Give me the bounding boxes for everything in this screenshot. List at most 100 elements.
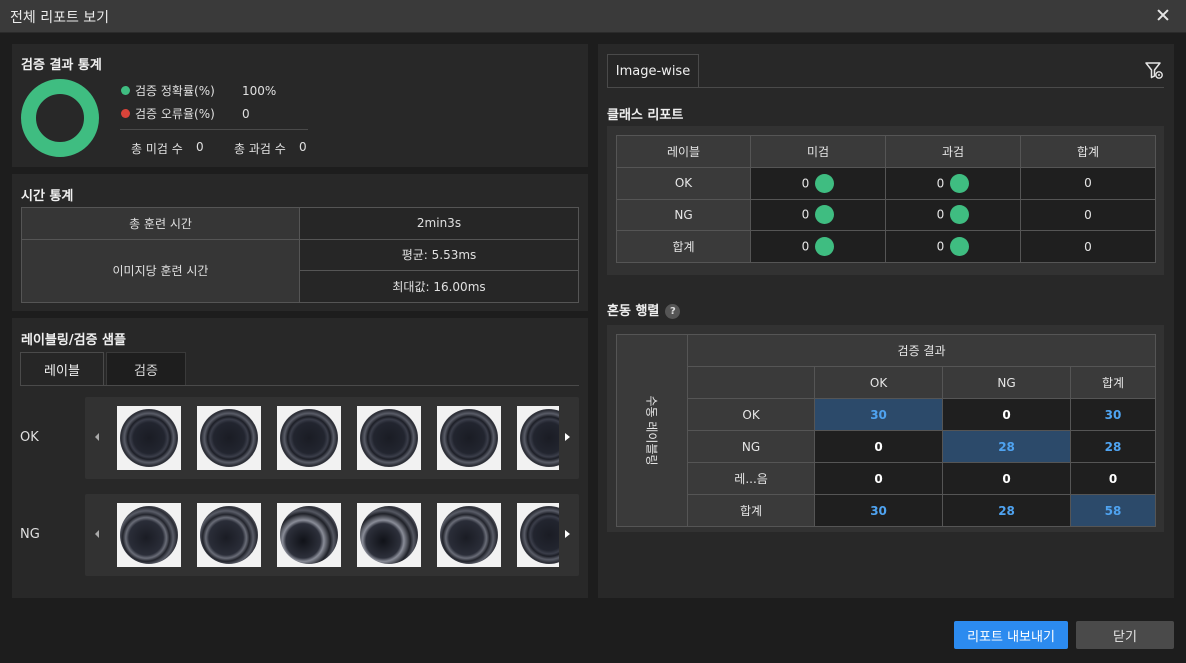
error-legend: 검증 오류율(%) 0 (121, 105, 250, 122)
matrix-cell[interactable]: 0 (814, 430, 944, 463)
sample-thumbnail[interactable] (437, 406, 501, 470)
chevron-right-icon[interactable] (562, 431, 572, 443)
over-cell: 0 (885, 198, 1021, 232)
error-dot-icon (121, 109, 130, 118)
per-image-time-label: 이미지당 훈련 시간 (21, 238, 300, 303)
accuracy-legend: 검증 정확률(%) 100% (121, 82, 276, 99)
col-header-miss: 미검 (750, 135, 886, 168)
validation-stats-panel: 검증 결과 통계 검증 정확률(%) 100% 검증 오류율(%) 0 총 미검… (12, 44, 588, 167)
ng-sample-strip (85, 494, 579, 576)
error-label: 검증 오류율(%) (135, 107, 215, 121)
help-icon[interactable]: ? (665, 304, 681, 319)
col-header-total: 합계 (1020, 135, 1156, 168)
close-icon[interactable] (1154, 6, 1172, 24)
matrix-cell[interactable]: 30 (814, 494, 944, 527)
status-dot-icon (815, 173, 835, 193)
confusion-matrix-box: 수동 레이블링 검증 결과 OK NG 합계 OK 30 0 30 NG 0 2… (607, 325, 1164, 532)
title-bar: 전체 리포트 보기 (0, 0, 1186, 33)
max-time-value: 최대값: 16.00ms (299, 270, 579, 303)
matrix-cell[interactable]: 58 (1070, 494, 1156, 527)
total-cell: 0 (1020, 166, 1156, 200)
matrix-cell[interactable]: 30 (1070, 398, 1156, 431)
col-header: OK (814, 366, 944, 399)
tab-image-wise[interactable]: Image-wise (607, 54, 699, 87)
class-report-title: 클래스 리포트 (607, 108, 684, 123)
tab-divider (20, 385, 579, 386)
accuracy-donut-chart (21, 79, 99, 157)
matrix-cell[interactable]: 0 (1070, 462, 1156, 495)
status-dot-icon (950, 205, 970, 225)
matrix-cell[interactable]: 28 (942, 430, 1072, 463)
row-label: OK (616, 166, 751, 200)
confusion-matrix-title: 혼동 행렬? (607, 300, 681, 319)
tab-divider (607, 87, 1164, 88)
col-header: NG (942, 366, 1072, 399)
ng-row-label: NG (20, 527, 40, 542)
confusion-matrix-title-text: 혼동 행렬 (607, 304, 660, 319)
class-report-table: 레이블 미검 과검 합계 OK 0 0 0 NG 0 0 0 합계 0 0 0 (616, 135, 1156, 264)
samples-panel: 레이블링/검증 샘플 레이블 검증 OK NG (12, 318, 588, 598)
ok-sample-strip (85, 397, 579, 479)
sample-thumbnail[interactable] (197, 503, 261, 567)
sample-thumbnail[interactable] (117, 503, 181, 567)
sample-thumbnail[interactable] (357, 406, 421, 470)
validation-stats-title: 검증 결과 통계 (21, 58, 102, 73)
matrix-cell[interactable]: 0 (942, 462, 1072, 495)
confusion-matrix-table: 수동 레이블링 검증 결과 OK NG 합계 OK 30 0 30 NG 0 2… (615, 334, 1156, 527)
corner-cell (687, 366, 816, 399)
sample-thumbnail[interactable] (437, 503, 501, 567)
matrix-cell[interactable]: 28 (1070, 430, 1156, 463)
chevron-left-icon[interactable] (92, 431, 102, 443)
sample-thumbnail[interactable] (277, 406, 341, 470)
row-header: NG (687, 430, 816, 463)
sample-thumbnail[interactable] (117, 406, 181, 470)
error-value: 0 (242, 106, 250, 121)
export-report-button[interactable]: 리포트 내보내기 (954, 621, 1068, 649)
sample-thumbnail[interactable] (517, 503, 559, 567)
window-title: 전체 리포트 보기 (10, 10, 110, 26)
chevron-left-icon[interactable] (92, 528, 102, 540)
col-header-over: 과검 (885, 135, 1021, 168)
miss-cell: 0 (750, 166, 886, 200)
row-group-label: 수동 레이블링 (615, 334, 689, 527)
time-stats-panel: 시간 통계 총 훈련 시간 2min3s 이미지당 훈련 시간 평균: 5.53… (12, 174, 588, 311)
col-header: 합계 (1070, 366, 1156, 399)
status-dot-icon (815, 205, 835, 225)
sample-thumbnail[interactable] (517, 406, 559, 470)
over-count-value: 0 (299, 140, 307, 154)
miss-count-label: 총 미검 수 (131, 142, 183, 156)
sample-thumbnail[interactable] (357, 503, 421, 567)
time-stats-table: 총 훈련 시간 2min3s 이미지당 훈련 시간 평균: 5.53ms 최대값… (21, 207, 579, 303)
avg-time-value: 평균: 5.53ms (299, 238, 579, 271)
miss-cell: 0 (750, 198, 886, 232)
sample-thumbnail[interactable] (197, 406, 261, 470)
time-stats-title: 시간 통계 (21, 189, 74, 204)
status-dot-icon (950, 173, 970, 193)
col-header-label: 레이블 (616, 135, 751, 168)
over-count-label: 총 과검 수 (234, 142, 286, 156)
accuracy-label: 검증 정확률(%) (135, 84, 215, 98)
accuracy-dot-icon (121, 86, 130, 95)
matrix-cell[interactable]: 0 (814, 462, 944, 495)
matrix-cell[interactable]: 28 (942, 494, 1072, 527)
row-label: 합계 (616, 230, 751, 264)
class-report-box: 레이블 미검 과검 합계 OK 0 0 0 NG 0 0 0 합계 0 0 0 (607, 126, 1164, 275)
matrix-cell[interactable]: 30 (814, 398, 944, 431)
row-header: OK (687, 398, 816, 431)
close-button[interactable]: 닫기 (1076, 621, 1174, 649)
over-cell: 0 (885, 166, 1021, 200)
matrix-cell[interactable]: 0 (942, 398, 1072, 431)
chevron-right-icon[interactable] (562, 528, 572, 540)
divider (120, 129, 308, 130)
tab-validation[interactable]: 검증 (106, 352, 186, 385)
report-panel: Image-wise 클래스 리포트 레이블 미검 과검 합계 OK 0 0 0… (598, 44, 1174, 598)
tab-label[interactable]: 레이블 (20, 352, 104, 385)
col-group-label: 검증 결과 (687, 334, 1156, 367)
total-cell: 0 (1020, 230, 1156, 264)
accuracy-value: 100% (242, 83, 277, 98)
total-cell: 0 (1020, 198, 1156, 232)
over-cell: 0 (885, 230, 1021, 264)
row-header: 합계 (687, 494, 816, 527)
filter-settings-icon[interactable] (1144, 60, 1164, 80)
sample-thumbnail[interactable] (277, 503, 341, 567)
